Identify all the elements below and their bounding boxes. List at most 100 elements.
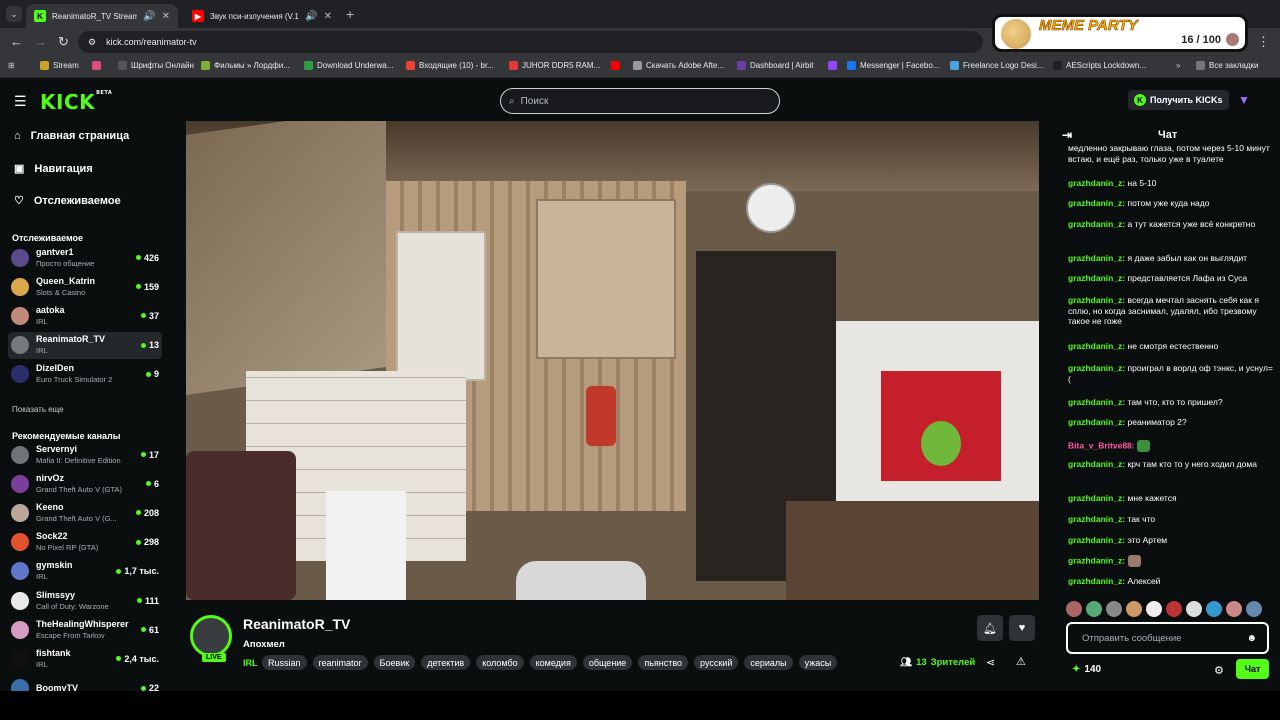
video-player[interactable]	[186, 121, 1039, 600]
stream-tag[interactable]: русский	[694, 655, 739, 670]
viewer-avatar-icon[interactable]	[1226, 601, 1242, 617]
bookmark-item[interactable]	[828, 61, 837, 70]
sidebar-channel-dizelden[interactable]: DizelDen Euro Truck Simulator 2 9	[8, 361, 162, 388]
bookmark-item[interactable]: AEScripts Lockdown...	[1053, 61, 1146, 70]
chat-input[interactable]: Отправить сообщение ☻	[1066, 622, 1269, 654]
chat-username[interactable]: grazhdanin_z:	[1068, 555, 1125, 565]
browser-tab-youtube[interactable]: ▶ Звук пси-излучения (V.1) 🔊 ✕	[184, 4, 340, 28]
close-icon[interactable]: ✕	[324, 11, 332, 22]
new-tab-button[interactable]: +	[346, 6, 354, 22]
chat-username[interactable]: grazhdanin_z:	[1068, 178, 1125, 188]
viewer-avatar-icon[interactable]	[1206, 601, 1222, 617]
bookmark-item[interactable]: JUHOR DDR5 RAM...	[509, 61, 600, 70]
chat-username[interactable]: grazhdanin_z:	[1068, 535, 1125, 545]
emoji-icon[interactable]: ☻	[1246, 633, 1257, 644]
stream-tag[interactable]: ужасы	[798, 655, 838, 670]
chat-message[interactable]: grazhdanin_z: проиграл в ворлд оф тэнкс,…	[1068, 363, 1273, 384]
stream-tag[interactable]: reanimator	[312, 655, 368, 670]
bookmark-item[interactable]	[92, 61, 101, 70]
chat-username[interactable]: grazhdanin_z:	[1068, 295, 1125, 305]
stream-tag[interactable]: Russian	[262, 655, 307, 670]
bookmark-item[interactable]: Входящие (10) - br...	[406, 61, 494, 70]
chat-username[interactable]: grazhdanin_z:	[1068, 273, 1125, 283]
chat-send-button[interactable]: Чат	[1236, 659, 1269, 679]
chat-username[interactable]: grazhdanin_z:	[1068, 198, 1125, 208]
chat-message[interactable]: grazhdanin_z: мне кажется	[1068, 493, 1273, 504]
chat-username[interactable]: Bita_v_Britve88:	[1068, 440, 1135, 450]
chat-username[interactable]: grazhdanin_z:	[1068, 253, 1125, 263]
stream-tag[interactable]: комедия	[529, 655, 577, 670]
chat-message[interactable]: grazhdanin_z: представляется Лафа из Сус…	[1068, 273, 1273, 284]
sidebar-channel-gymskin[interactable]: gymskin IRL 1,7 тыс.	[8, 558, 162, 585]
chat-message[interactable]: grazhdanin_z: на 5-10	[1068, 178, 1273, 189]
reload-icon[interactable]: ↻	[58, 34, 69, 50]
sidebar-channel-queen_katrin[interactable]: Queen_Katrin Slots & Casino 159	[8, 273, 162, 300]
chat-username[interactable]: grazhdanin_z:	[1068, 417, 1125, 427]
chat-username[interactable]: grazhdanin_z:	[1068, 341, 1125, 351]
chat-username[interactable]: grazhdanin_z:	[1068, 397, 1125, 407]
follow-button[interactable]: ♥	[1009, 615, 1035, 641]
sidebar-channel-thehealingwhisperer[interactable]: TheHealingWhisperer Escape From Tarkov 61	[8, 616, 162, 643]
browser-menu-icon[interactable]: ⋮	[1257, 34, 1270, 50]
notifications-button[interactable]: 🔔︎	[977, 615, 1003, 641]
chat-message[interactable]: grazhdanin_z: потом уже куда надо	[1068, 198, 1273, 209]
chat-message[interactable]: grazhdanin_z: а тут кажется уже всё конк…	[1068, 219, 1273, 230]
sidebar-channel-slimssyy[interactable]: Slimssyy Call of Duty: Warzone 111	[8, 587, 162, 614]
chat-username[interactable]: grazhdanin_z:	[1068, 363, 1125, 373]
chat-username[interactable]: grazhdanin_z:	[1068, 459, 1125, 469]
stream-category[interactable]: IRL	[243, 658, 258, 668]
collapse-chat-icon[interactable]: ⇥	[1062, 128, 1072, 142]
viewer-avatar-icon[interactable]	[1166, 601, 1182, 617]
kick-logo[interactable]: KICKBETA	[40, 90, 112, 114]
nav-following[interactable]: ♡ Отслеживаемое	[14, 194, 121, 208]
bookmark-item[interactable]: Скачать Adobe Afte...	[633, 61, 724, 70]
chat-message[interactable]: grazhdanin_z: так что	[1068, 514, 1273, 525]
bookmark-item[interactable]: Фильмы » Лордфи...	[201, 61, 290, 70]
sidebar-channel-fishtank[interactable]: fishtank IRL 2,4 тыс.	[8, 645, 162, 672]
site-info-icon[interactable]: ⚙	[88, 37, 96, 48]
all-bookmarks[interactable]: Все закладки	[1196, 61, 1258, 70]
gem-icon[interactable]: ▼	[1238, 93, 1250, 107]
stream-tag[interactable]: Боевик	[373, 655, 416, 670]
forward-icon[interactable]: →	[34, 34, 47, 49]
report-icon[interactable]: ⚠	[1016, 655, 1026, 668]
more-bookmarks-icon[interactable]: »	[1176, 61, 1180, 70]
chat-message[interactable]: grazhdanin_z: реаниматор 2?	[1068, 417, 1273, 428]
close-icon[interactable]: ✕	[162, 11, 170, 22]
bookmark-item[interactable]: Messenger | Facebo...	[847, 61, 939, 70]
chat-message[interactable]: Bita_v_Britve88:	[1068, 440, 1273, 452]
chat-username[interactable]: grazhdanin_z:	[1068, 514, 1125, 524]
viewer-avatar-icon[interactable]	[1146, 601, 1162, 617]
back-icon[interactable]: ←	[10, 34, 23, 49]
search-input[interactable]: ⌕ Поиск	[500, 88, 780, 114]
show-more-link[interactable]: Показать еще	[12, 405, 64, 414]
chat-message[interactable]: grazhdanin_z: не смотря естественно	[1068, 341, 1273, 352]
sidebar-channel-servernyi[interactable]: Servernyi Mafia II: Definitive Edition 17	[8, 441, 162, 468]
viewer-avatar-icon[interactable]	[1126, 601, 1142, 617]
chat-message[interactable]: grazhdanin_z: крч там кто то у него ходи…	[1068, 459, 1273, 470]
stream-tag[interactable]: пьянство	[638, 655, 689, 670]
meme-party-extension[interactable]: MEME PARTY 16 / 100	[992, 14, 1248, 52]
sidebar-channel-reanimator_tv[interactable]: ReanimatoR_TV IRL 13	[8, 331, 162, 359]
bookmark-item[interactable]: Dashboard | Airbit	[737, 61, 813, 70]
sidebar-channel-gantver1[interactable]: gantver1 Просто общение 426	[8, 244, 162, 271]
chat-message[interactable]: медленно закрываю глаза, потом через 5-1…	[1068, 145, 1273, 164]
url-field[interactable]: ⚙ kick.com/reanimator-tv	[78, 31, 983, 53]
sidebar-channel-keeno[interactable]: Keeno Grand Theft Auto V (G... 208	[8, 499, 162, 526]
viewer-avatar-icon[interactable]	[1066, 601, 1082, 617]
stream-tag[interactable]: детектив	[421, 655, 471, 670]
viewer-avatar-icon[interactable]	[1186, 601, 1202, 617]
bookmark-item[interactable]: Freelance Logo Desi...	[950, 61, 1044, 70]
nav-browse[interactable]: ▣ Навигация	[14, 162, 93, 176]
browser-tab-kick[interactable]: K ReanimatoR_TV Stream - W 🔊 ✕	[26, 4, 178, 28]
chat-settings-icon[interactable]: ⚙	[1214, 664, 1224, 677]
viewer-avatar-icon[interactable]	[1246, 601, 1262, 617]
nav-home[interactable]: ⌂ Главная страница	[14, 130, 129, 142]
viewer-avatar-icon[interactable]	[1106, 601, 1122, 617]
stream-tag[interactable]: общение	[582, 655, 633, 670]
sidebar-channel-sock22[interactable]: Sock22 No Pixel RP (GTA) 298	[8, 529, 162, 556]
chat-username[interactable]: grazhdanin_z:	[1068, 219, 1125, 229]
viewer-avatar-icon[interactable]	[1086, 601, 1102, 617]
channel-name[interactable]: ReanimatoR_TV	[243, 616, 350, 632]
chat-message[interactable]: grazhdanin_z: там что, кто то пришел?	[1068, 397, 1273, 408]
